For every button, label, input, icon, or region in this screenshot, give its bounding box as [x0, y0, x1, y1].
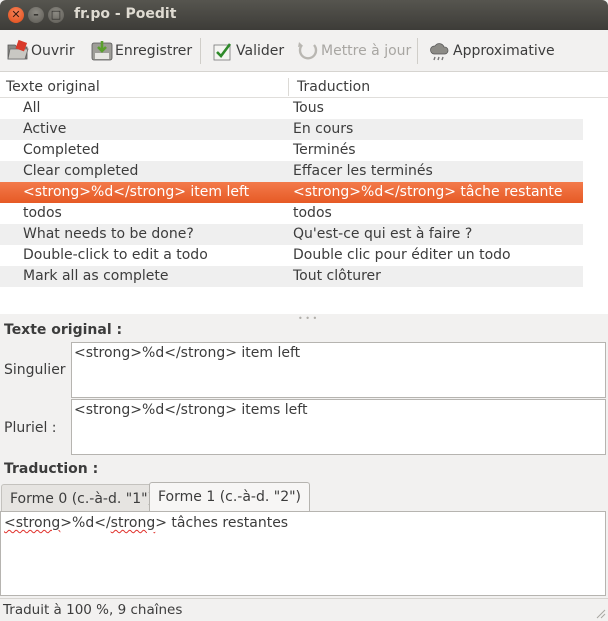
table-row[interactable]: All Tous	[0, 98, 583, 119]
plural-source-field[interactable]: <strong>%d</strong> items left	[71, 399, 606, 455]
row-original: <strong>%d</strong> item left	[23, 184, 250, 200]
refresh-icon	[298, 42, 318, 60]
fuzzy-cloud-icon	[430, 43, 449, 61]
row-original: todos	[23, 205, 62, 221]
row-original: Double-click to edit a todo	[23, 247, 208, 263]
window-close-button[interactable]: ✕	[8, 7, 24, 23]
validate-button-label: Valider	[236, 43, 285, 59]
status-text: Traduit à 100 %, 9 chaînes	[3, 602, 183, 618]
column-header-translation[interactable]: Traduction	[297, 79, 370, 95]
pane-splitter-grip[interactable]: • • •	[298, 314, 317, 323]
window-title: fr.po - Poedit	[74, 6, 177, 22]
source-section-title: Texte original :	[4, 322, 123, 338]
table-row[interactable]: What needs to be done? Qu'est-ce qui est…	[0, 224, 583, 245]
title-bar: ✕ – □ fr.po - Poedit	[0, 0, 608, 30]
toolbar: Ouvrir Enregistrer Valider Mettre à jour…	[0, 30, 608, 72]
toolbar-separator	[417, 38, 418, 64]
row-translation: Tous	[293, 100, 324, 116]
translation-text-part: > tâches restantes	[155, 515, 289, 531]
open-button[interactable]: Ouvrir	[6, 38, 75, 64]
tab-plural-form-0[interactable]: Forme 0 (c.-à-d. "1")	[1, 484, 163, 513]
translation-section-title: Traduction :	[4, 461, 99, 477]
row-translation: Effacer les terminés	[293, 163, 433, 179]
toolbar-separator	[200, 38, 201, 64]
column-divider[interactable]	[288, 78, 289, 96]
folder-open-icon	[7, 39, 29, 60]
row-translation: <strong>%d</strong> tâche restante	[293, 184, 563, 200]
column-header-original[interactable]: Texte original	[6, 79, 100, 95]
row-original: All	[23, 100, 41, 116]
save-button-label: Enregistrer	[115, 43, 193, 59]
row-translation: todos	[293, 205, 332, 221]
singular-label: Singulier :	[4, 362, 75, 378]
translation-text-part: >%d</	[60, 515, 111, 531]
row-translation: En cours	[293, 121, 354, 137]
row-original: Active	[23, 121, 67, 137]
translation-input[interactable]: <strong>%d</strong> tâches restantes	[0, 511, 606, 596]
row-translation: Terminés	[293, 142, 356, 158]
update-button-label: Mettre à jour	[321, 43, 412, 59]
table-row[interactable]: Clear completed Effacer les terminés	[0, 161, 583, 182]
row-original: Completed	[23, 142, 100, 158]
row-translation: Double clic pour éditer un todo	[293, 247, 511, 263]
row-translation: Tout clôturer	[293, 268, 381, 284]
window-maximize-button[interactable]: □	[48, 7, 64, 23]
fuzzy-button-label: Approximative	[453, 43, 555, 59]
table-row-selected[interactable]: <strong>%d</strong> item left <strong>%d…	[0, 182, 583, 203]
translation-text-part: <strong	[4, 515, 61, 531]
list-header: Texte original Traduction	[0, 76, 608, 98]
message-list: Texte original Traduction All Tous Activ…	[0, 72, 608, 314]
resize-grip-icon[interactable]	[594, 607, 606, 619]
window-minimize-button[interactable]: –	[28, 7, 44, 23]
save-button[interactable]: Enregistrer	[90, 38, 192, 64]
row-original: Mark all as complete	[23, 268, 169, 284]
row-original: What needs to be done?	[23, 226, 194, 242]
checkmark-icon	[213, 43, 232, 61]
singular-source-field[interactable]: <strong>%d</strong> item left	[71, 342, 606, 398]
list-rows: All Tous Active En cours Completed Termi…	[0, 98, 583, 287]
translation-text-part: strong	[110, 515, 156, 531]
plural-form-tabs: Forme 0 (c.-à-d. "1") Forme 1 (c.-à-d. "…	[0, 482, 608, 514]
update-button[interactable]: Mettre à jour	[296, 38, 411, 64]
singular-source-text: <strong>%d</strong> item left	[74, 345, 301, 361]
status-bar: Traduit à 100 %, 9 chaînes	[0, 598, 608, 621]
table-row[interactable]: Active En cours	[0, 119, 583, 140]
table-row[interactable]: todos todos	[0, 203, 583, 224]
table-row[interactable]: Completed Terminés	[0, 140, 583, 161]
plural-label: Pluriel :	[4, 420, 57, 436]
fuzzy-button[interactable]: Approximative	[428, 38, 555, 64]
list-scrollbar-area[interactable]	[583, 98, 608, 314]
open-button-label: Ouvrir	[31, 43, 75, 59]
row-translation: Qu'est-ce qui est à faire ?	[293, 226, 473, 242]
plural-source-text: <strong>%d</strong> items left	[74, 402, 308, 418]
save-icon	[91, 41, 113, 61]
table-row[interactable]: Mark all as complete Tout clôturer	[0, 266, 583, 287]
table-row[interactable]: Double-click to edit a todo Double clic …	[0, 245, 583, 266]
row-original: Clear completed	[23, 163, 139, 179]
validate-button[interactable]: Valider	[211, 38, 284, 64]
tab-plural-form-1[interactable]: Forme 1 (c.-à-d. "2")	[149, 482, 311, 514]
